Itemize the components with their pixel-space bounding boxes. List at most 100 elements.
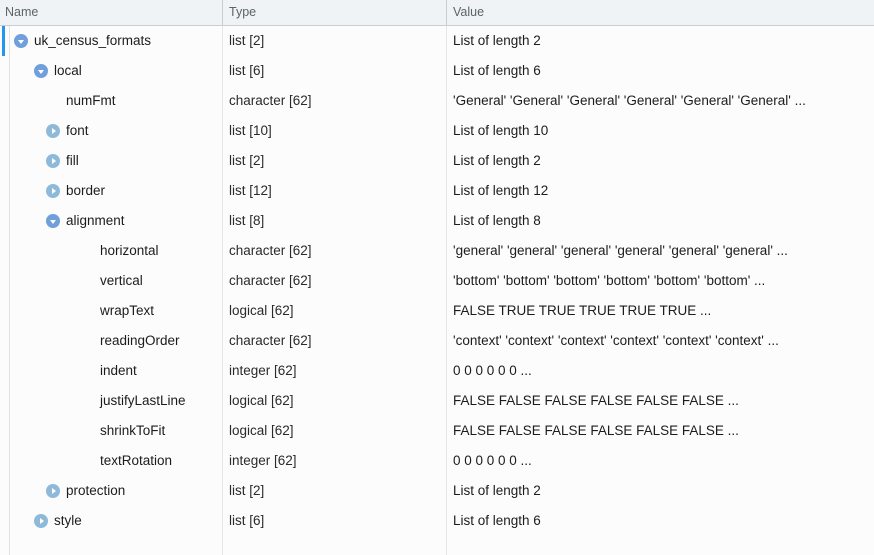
tree-row[interactable]: indent integer [62] 0 0 0 0 0 0 ... xyxy=(0,356,874,386)
object-tree-body: uk_census_formats list [2] List of length … xyxy=(0,26,874,555)
toggle-spacer xyxy=(80,244,94,258)
toggle-spacer xyxy=(80,334,94,348)
toggle-spacer xyxy=(46,94,60,108)
tree-row-value-cell: List of length 2 xyxy=(453,153,541,168)
tree-row-name-cell: local xyxy=(0,56,220,86)
tree-row-name-cell: fill xyxy=(0,146,220,176)
tree-row-label: indent xyxy=(100,363,137,378)
tree-row-label: textRotation xyxy=(100,453,173,468)
toggle-spacer xyxy=(80,394,94,408)
tree-row-type-cell: list [2] xyxy=(229,153,265,168)
tree-row-label: uk_census_formats xyxy=(34,33,152,48)
tree-row[interactable]: uk_census_formats list [2] List of length … xyxy=(0,26,874,56)
tree-row-label: wrapText xyxy=(100,303,155,318)
chevron-right-icon[interactable] xyxy=(46,184,60,198)
tree-row-value-cell: List of length 6 xyxy=(453,513,541,528)
tree-row-type-cell: list [8] xyxy=(229,213,265,228)
tree-row-name-cell: textRotation xyxy=(0,446,220,476)
chevron-right-icon[interactable] xyxy=(46,154,60,168)
tree-row-type-cell: list [2] xyxy=(229,33,265,48)
tree-row[interactable]: wrapText logical [62] FALSE TRUE TRUE TRUE… xyxy=(0,296,874,326)
tree-row[interactable]: local list [6] List of length 6 xyxy=(0,56,874,86)
column-resize-handle-name-type[interactable] xyxy=(222,0,223,25)
chevron-right-icon[interactable] xyxy=(34,514,48,528)
tree-row-type-cell: list [6] xyxy=(229,63,265,78)
tree-row-type-cell: integer [62] xyxy=(229,363,297,378)
toggle-arrow-glyph xyxy=(51,187,56,194)
chevron-right-icon[interactable] xyxy=(46,484,60,498)
toggle-arrow-glyph xyxy=(37,69,44,74)
tree-row-name-cell: style xyxy=(0,506,220,536)
tree-row-type-cell: character [62] xyxy=(229,273,312,288)
tree-row-label: justifyLastLine xyxy=(100,393,186,408)
tree-row-name-cell: numFmt xyxy=(0,86,220,116)
column-header-type[interactable]: Type xyxy=(229,0,439,25)
chevron-down-icon[interactable] xyxy=(46,214,60,228)
tree-row-name-cell: uk_census_formats xyxy=(0,26,220,56)
tree-row-value-cell: FALSE FALSE FALSE FALSE FALSE FALSE ... xyxy=(453,393,739,408)
tree-row-label: border xyxy=(66,183,106,198)
tree-row-value-cell: List of length 10 xyxy=(453,123,549,138)
tree-row[interactable]: justifyLastLine logical [62] FALSE FALSE F… xyxy=(0,386,874,416)
tree-row-value-cell: 'general' 'general' 'general' 'general' … xyxy=(453,243,788,258)
tree-row[interactable]: textRotation integer [62] 0 0 0 0 0 0 ... xyxy=(0,446,874,476)
tree-row-name-cell: readingOrder xyxy=(0,326,220,356)
object-inspector-panel: Name Type Value uk_census_formatslist [2… xyxy=(0,0,874,555)
tree-row[interactable]: readingOrder character [62] 'context' 'con… xyxy=(0,326,874,356)
column-header-bar: Name Type Value xyxy=(0,0,874,26)
tree-row[interactable]: vertical character [62] 'bottom' 'bottom' … xyxy=(0,266,874,296)
chevron-down-icon[interactable] xyxy=(34,64,48,78)
toggle-arrow-glyph xyxy=(39,517,44,524)
column-resize-handle-type-value[interactable] xyxy=(446,0,447,25)
tree-row[interactable]: horizontal character [62] 'general' 'gener… xyxy=(0,236,874,266)
tree-row-label: vertical xyxy=(100,273,143,288)
tree-row-value-cell: List of length 2 xyxy=(453,33,541,48)
tree-row-type-cell: character [62] xyxy=(229,93,312,108)
toggle-arrow-glyph xyxy=(51,487,56,494)
tree-row[interactable]: shrinkToFit logical [62] FALSE FALSE FALSE… xyxy=(0,416,874,446)
tree-row-name-cell: horizontal xyxy=(0,236,220,266)
tree-row-type-cell: logical [62] xyxy=(229,393,294,408)
tree-row-label: local xyxy=(54,63,82,78)
tree-row-name-cell: justifyLastLine xyxy=(0,386,220,416)
tree-row-label: horizontal xyxy=(100,243,159,258)
tree-row[interactable]: border list [12] List of length 12 xyxy=(0,176,874,206)
tree-row-name-cell: alignment xyxy=(0,206,220,236)
column-header-name[interactable]: Name xyxy=(5,0,215,25)
tree-row-value-cell: 0 0 0 0 0 0 ... xyxy=(453,453,532,468)
toggle-spacer xyxy=(80,304,94,318)
toggle-spacer xyxy=(80,424,94,438)
toggle-spacer xyxy=(80,364,94,378)
tree-row-type-cell: list [2] xyxy=(229,483,265,498)
tree-row-type-cell: character [62] xyxy=(229,333,312,348)
tree-row-value-cell: 'context' 'context' 'context' 'context' … xyxy=(453,333,779,348)
tree-row[interactable]: numFmt character [62] 'General' 'General' … xyxy=(0,86,874,116)
tree-row[interactable]: protection list [2] List of length 2 xyxy=(0,476,874,506)
toggle-arrow-glyph xyxy=(49,219,56,224)
chevron-right-icon[interactable] xyxy=(46,124,60,138)
toggle-spacer xyxy=(80,454,94,468)
tree-row[interactable]: fill list [2] List of length 2 xyxy=(0,146,874,176)
tree-row-name-cell: vertical xyxy=(0,266,220,296)
tree-row-value-cell: List of length 12 xyxy=(453,183,549,198)
tree-row-name-cell: shrinkToFit xyxy=(0,416,220,446)
tree-row-name-cell: indent xyxy=(0,356,220,386)
tree-row-type-cell: logical [62] xyxy=(229,423,294,438)
tree-row-name-cell: border xyxy=(0,176,220,206)
tree-row-label: readingOrder xyxy=(100,333,180,348)
tree-row-value-cell: List of length 8 xyxy=(453,213,541,228)
tree-row[interactable]: alignment list [8] List of length 8 xyxy=(0,206,874,236)
tree-row-label: font xyxy=(66,123,89,138)
column-header-value[interactable]: Value xyxy=(453,0,868,25)
tree-row-label: alignment xyxy=(66,213,125,228)
toggle-spacer xyxy=(80,274,94,288)
tree-row[interactable]: style list [6] List of length 6 xyxy=(0,506,874,536)
chevron-down-icon[interactable] xyxy=(14,34,28,48)
tree-row-value-cell: 0 0 0 0 0 0 ... xyxy=(453,363,532,378)
tree-row-value-cell: List of length 2 xyxy=(453,483,541,498)
tree-row[interactable]: font list [10] List of length 10 xyxy=(0,116,874,146)
tree-row-value-cell: List of length 6 xyxy=(453,63,541,78)
tree-row-label: numFmt xyxy=(66,93,116,108)
tree-row-type-cell: list [10] xyxy=(229,123,272,138)
tree-row-label: shrinkToFit xyxy=(100,423,166,438)
